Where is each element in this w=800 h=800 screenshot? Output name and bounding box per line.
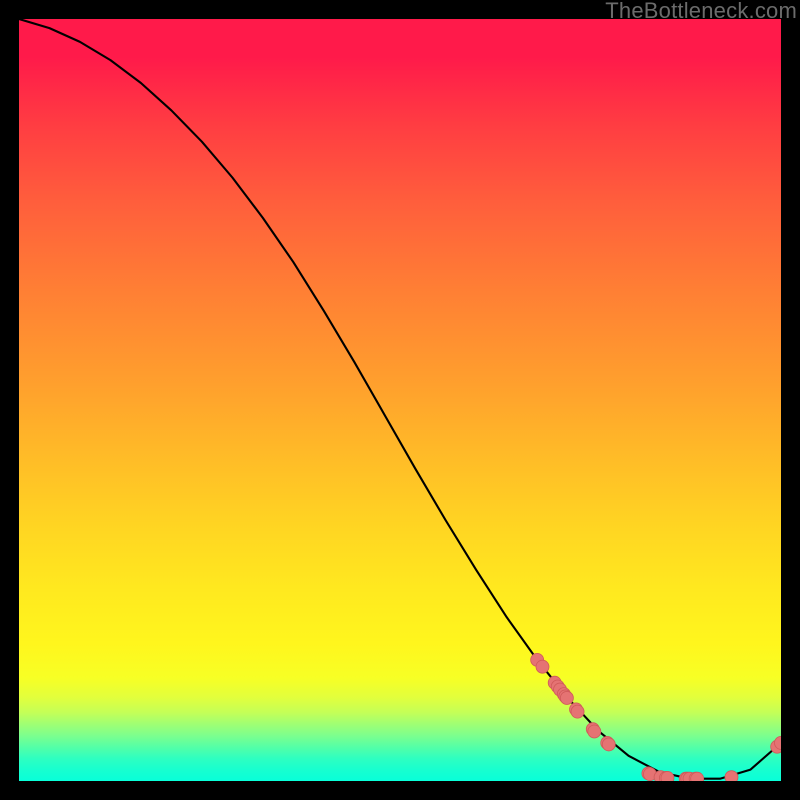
chart-marker — [536, 660, 549, 673]
chart-svg — [19, 19, 781, 781]
chart-marker — [661, 771, 674, 781]
chart-curve — [19, 19, 781, 779]
chart-marker — [588, 725, 601, 738]
chart-markers — [531, 653, 781, 781]
chart-marker — [691, 772, 704, 781]
chart-frame — [19, 19, 781, 781]
chart-marker — [725, 771, 738, 781]
chart-marker — [602, 738, 615, 751]
watermark-text: TheBottleneck.com — [605, 0, 797, 24]
chart-marker — [560, 691, 573, 704]
chart-marker — [571, 705, 584, 718]
